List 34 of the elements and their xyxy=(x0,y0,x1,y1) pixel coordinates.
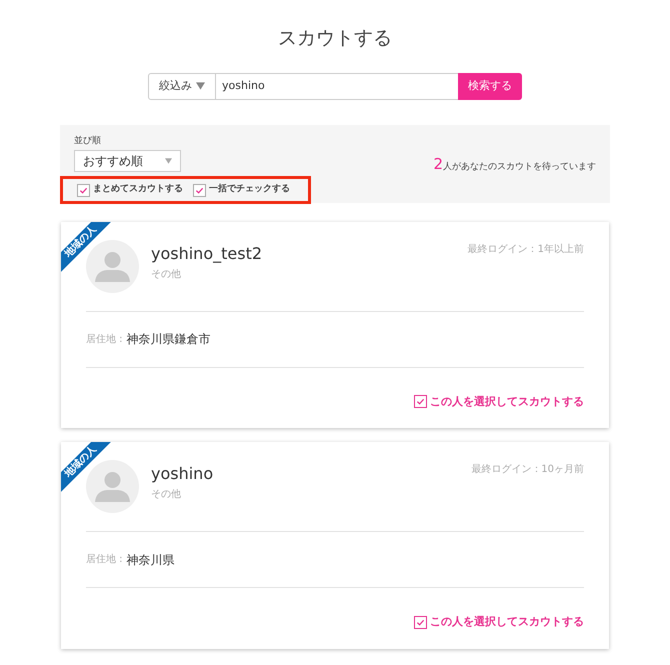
residence-value: 神奈川県鎌倉市 xyxy=(126,331,211,348)
check-icon xyxy=(416,397,425,406)
sort-label: 並び順 xyxy=(74,134,102,148)
waiting-count: 2 xyxy=(433,154,443,174)
filter-dropdown[interactable]: 絞込み xyxy=(148,72,216,100)
residence-label: 居住地 : xyxy=(86,552,123,567)
select-scout-label[interactable]: この人を選択してスカウトする xyxy=(430,614,584,630)
candidate-category: その他 xyxy=(151,268,182,282)
check-icon xyxy=(79,186,88,194)
sort-dropdown[interactable]: おすすめ順 xyxy=(74,150,181,172)
waiting-text: 人があなたのスカウトを待っています xyxy=(443,160,596,174)
caret-icon xyxy=(165,158,172,164)
checkbox[interactable] xyxy=(414,616,427,629)
checkbox[interactable] xyxy=(77,184,90,196)
candidate-name[interactable]: yoshino xyxy=(151,463,214,485)
ribbon-label: 地域の人 xyxy=(62,442,100,482)
page-title: スカウトする xyxy=(278,26,392,51)
search-field[interactable]: yoshino xyxy=(216,72,458,100)
select-scout-label[interactable]: この人を選択してスカウトする xyxy=(430,394,584,410)
check-icon xyxy=(195,186,204,194)
last-login: 最終ログイン：1年以上前 xyxy=(468,242,584,256)
ribbon-label: 地域の人 xyxy=(62,222,100,261)
last-login: 最終ログイン：10ヶ月前 xyxy=(471,463,584,477)
candidate-category: その他 xyxy=(151,488,182,502)
residence-value: 神奈川県 xyxy=(126,552,175,568)
search-button[interactable]: 検索する xyxy=(458,72,522,100)
checkbox-label[interactable]: まとめてスカウトする xyxy=(93,183,183,197)
caret-icon xyxy=(196,82,205,90)
checkbox-label[interactable]: 一括でチェックする xyxy=(209,183,290,197)
check-icon xyxy=(416,618,425,627)
checkbox[interactable] xyxy=(414,395,427,408)
checkbox[interactable] xyxy=(193,184,206,196)
residence-label: 居住地 : xyxy=(86,332,123,346)
candidate-name[interactable]: yoshino_test2 xyxy=(151,242,262,264)
